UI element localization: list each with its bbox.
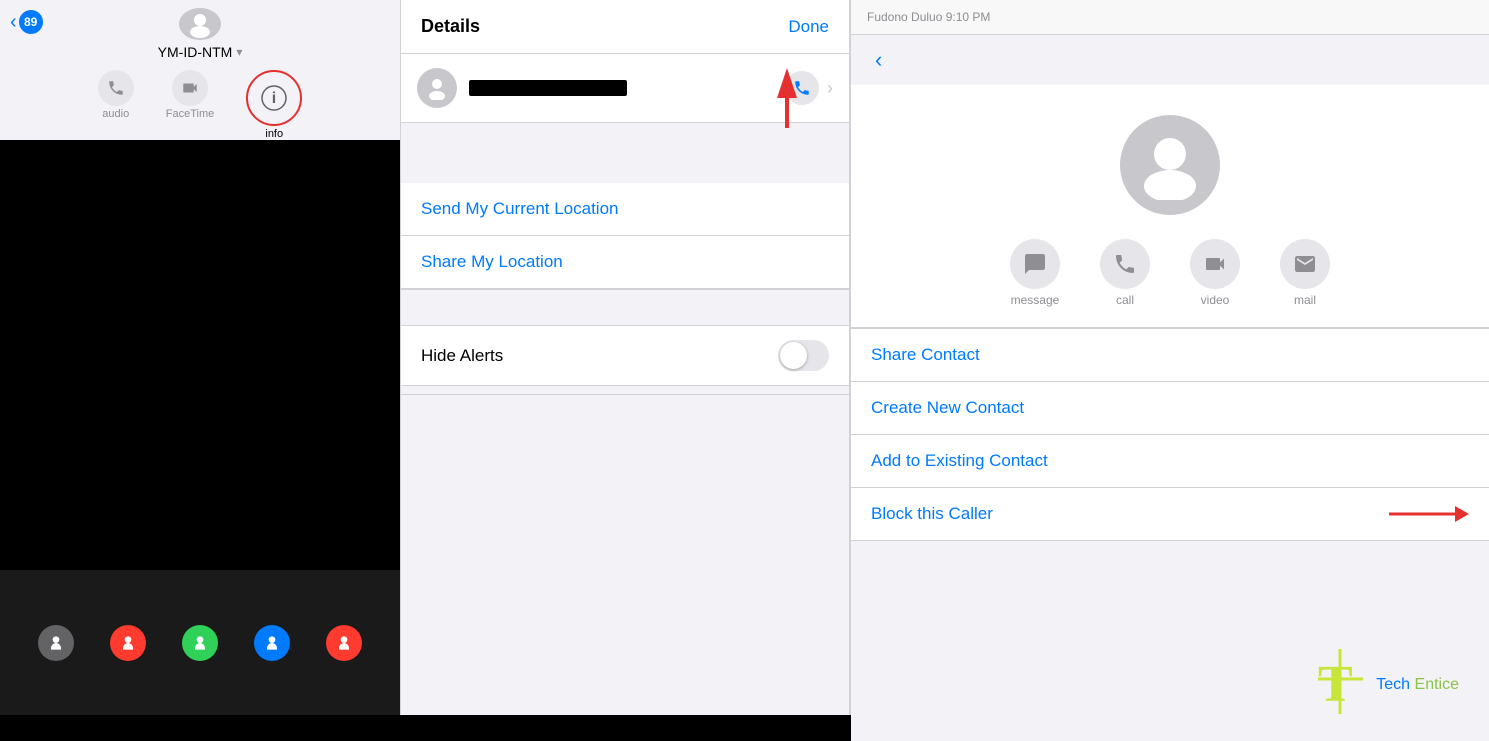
middle-content: › Send My Current Location Share My Loca… xyxy=(401,54,849,684)
right-bottom-section: T Tech Entice xyxy=(851,541,1489,741)
arrow-right-red-icon xyxy=(1389,508,1469,520)
message-label: message xyxy=(1011,293,1060,307)
hide-alerts-row: Hide Alerts xyxy=(401,325,849,386)
hide-alerts-label: Hide Alerts xyxy=(421,346,503,366)
bottom-toolbar xyxy=(0,570,400,715)
message-icon-circle xyxy=(1010,239,1060,289)
back-badge: 89 xyxy=(19,10,43,34)
right-contact-section: message call video xyxy=(851,85,1489,328)
empty-section xyxy=(401,394,849,684)
mail-icon-circle xyxy=(1280,239,1330,289)
details-title: Details xyxy=(421,16,480,37)
bottom-icon-4[interactable] xyxy=(254,625,290,661)
mail-action[interactable]: mail xyxy=(1280,239,1330,307)
right-menu-section: Share Contact Create New Contact Add to … xyxy=(851,328,1489,541)
call-icon-circle xyxy=(1100,239,1150,289)
send-location-button[interactable]: Send My Current Location xyxy=(401,183,849,236)
right-panel: Fudono Duluo 9:10 PM ‹ message xyxy=(850,0,1489,715)
watermark-text: Tech Entice xyxy=(1376,676,1459,694)
toggle-thumb xyxy=(780,342,807,369)
call-action[interactable]: call xyxy=(1100,239,1150,307)
audio-label: audio xyxy=(102,108,129,120)
left-panel: ‹ 89 YM-ID-NTM ▾ audio xyxy=(0,0,400,715)
right-action-row: message call video xyxy=(1010,239,1330,307)
bottom-icon-2[interactable] xyxy=(110,625,146,661)
add-existing-contact-button[interactable]: Add to Existing Contact xyxy=(851,435,1489,488)
contact-avatar-mid xyxy=(417,68,457,108)
share-location-button[interactable]: Share My Location xyxy=(401,236,849,289)
svg-text:T: T xyxy=(1318,656,1353,713)
share-contact-button[interactable]: Share Contact xyxy=(851,329,1489,382)
right-header-status: Fudono Duluo 9:10 PM xyxy=(867,10,990,24)
back-chevron-icon: ‹ xyxy=(10,11,17,34)
info-label: info xyxy=(265,128,283,140)
watermark-icon: T xyxy=(1313,649,1368,721)
video-action[interactable]: video xyxy=(1190,239,1240,307)
info-action[interactable]: i info xyxy=(246,70,302,140)
facetime-label: FaceTime xyxy=(166,108,215,120)
facetime-icon-circle xyxy=(172,70,208,106)
bottom-icon-1[interactable] xyxy=(38,625,74,661)
action-icons-row: audio FaceTime i info xyxy=(98,70,303,140)
done-button[interactable]: Done xyxy=(788,17,829,37)
svg-text:i: i xyxy=(272,90,276,107)
middle-panel: Details Done › Send My xyxy=(400,0,850,715)
block-caller-row[interactable]: Block this Caller xyxy=(851,488,1489,541)
call-label: call xyxy=(1116,293,1134,307)
chevron-right-icon: › xyxy=(827,78,833,99)
left-panel-header: ‹ 89 YM-ID-NTM ▾ audio xyxy=(0,0,400,140)
info-icon-circle: i xyxy=(246,70,302,126)
create-new-contact-button[interactable]: Create New Contact xyxy=(851,382,1489,435)
chevron-down-icon: ▾ xyxy=(236,45,242,59)
facetime-action[interactable]: FaceTime xyxy=(166,70,215,140)
audio-icon-circle xyxy=(98,70,134,106)
conversation-area xyxy=(0,140,400,570)
watermark-tech: Tech xyxy=(1376,676,1410,693)
back-button[interactable]: ‹ 89 xyxy=(10,10,43,34)
right-contact-avatar xyxy=(1120,115,1220,215)
audio-action[interactable]: audio xyxy=(98,70,134,140)
block-caller-arrow xyxy=(1389,508,1469,520)
arrow-annotation-up xyxy=(777,68,797,128)
middle-header: Details Done xyxy=(401,0,849,54)
right-back-button[interactable]: ‹ xyxy=(867,43,890,77)
message-action[interactable]: message xyxy=(1010,239,1060,307)
mail-label: mail xyxy=(1294,293,1316,307)
hide-alerts-toggle[interactable] xyxy=(778,340,829,371)
right-header: Fudono Duluo 9:10 PM xyxy=(851,0,1489,35)
block-caller-label: Block this Caller xyxy=(871,504,993,524)
watermark: T Tech Entice xyxy=(1313,649,1459,721)
video-label: video xyxy=(1201,293,1230,307)
bottom-icon-3[interactable] xyxy=(182,625,218,661)
avatar xyxy=(179,8,221,40)
video-icon-circle xyxy=(1190,239,1240,289)
watermark-entice: Entice xyxy=(1410,676,1459,693)
bottom-icon-5[interactable] xyxy=(326,625,362,661)
contact-name: YM-ID-NTM ▾ xyxy=(158,44,243,60)
phone-redacted xyxy=(469,80,627,96)
